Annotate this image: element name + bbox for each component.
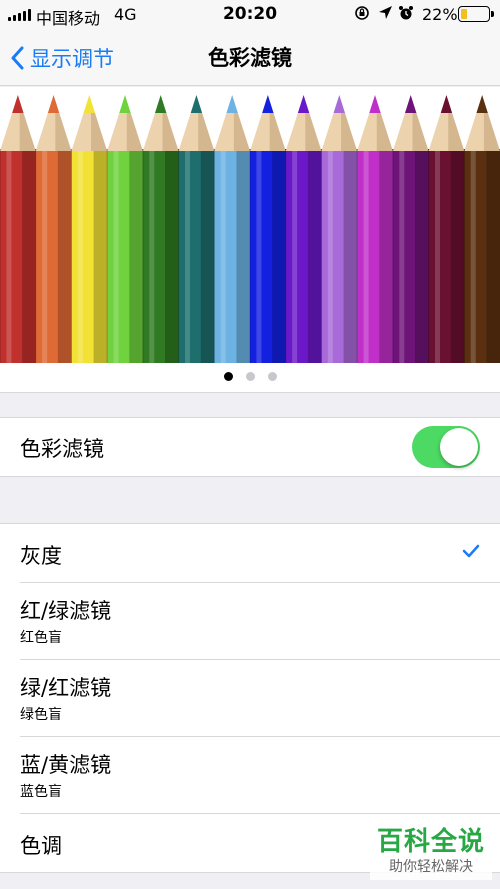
watermark-brand: 百科全说 xyxy=(376,827,485,857)
pencil xyxy=(70,95,108,363)
navigation-bar: 显示调节 色彩滤镜 xyxy=(0,30,500,86)
pencil xyxy=(142,95,180,363)
filter-option-title: 灰度 xyxy=(20,544,62,568)
filter-option-title: 色调 xyxy=(20,834,62,858)
filter-option-grayscale[interactable]: 灰度 xyxy=(0,524,500,583)
filter-options-list: 灰度 红/绿滤镜 红色盲 绿/红滤镜 绿色盲 蓝/黄滤镜 蓝色盲 色调 xyxy=(0,523,500,873)
filter-option-title: 蓝/黄滤镜 xyxy=(20,753,112,777)
pencil xyxy=(463,95,500,363)
battery-tip xyxy=(491,11,494,17)
pencil xyxy=(285,95,322,363)
filter-option-subtitle: 蓝色盲 xyxy=(20,784,62,800)
pencil xyxy=(428,95,465,363)
pencil xyxy=(320,95,358,363)
color-filters-toggle-cell: 色彩滤镜 xyxy=(0,417,500,477)
filter-option-green-red[interactable]: 绿/红滤镜 绿色盲 xyxy=(0,660,500,737)
page-indicator[interactable] xyxy=(0,372,500,381)
alarm-icon xyxy=(398,5,414,25)
watermark-logo: 百科全说 助你轻松解决 xyxy=(370,826,492,880)
status-bar: 中国移动 4G 20:20 22% xyxy=(0,0,500,30)
filter-option-subtitle: 红色盲 xyxy=(20,630,62,646)
pencil xyxy=(392,95,430,363)
page-title: 色彩滤镜 xyxy=(208,46,292,70)
pencil xyxy=(35,95,72,363)
pencil xyxy=(213,95,251,363)
checkmark-icon xyxy=(462,544,480,558)
pencil xyxy=(178,95,215,363)
color-filters-switch[interactable] xyxy=(412,426,480,468)
location-icon xyxy=(378,5,393,24)
pencil xyxy=(0,95,37,363)
page-dot[interactable] xyxy=(245,372,255,381)
orientation-lock-icon xyxy=(354,5,370,25)
pencil xyxy=(106,95,144,363)
pencil xyxy=(356,95,394,363)
filter-option-subtitle: 绿色盲 xyxy=(20,707,62,723)
filter-option-red-green[interactable]: 红/绿滤镜 红色盲 xyxy=(0,583,500,660)
page-dot[interactable] xyxy=(223,372,233,381)
watermark-slogan: 助你轻松解决 xyxy=(389,859,473,875)
pencils-image xyxy=(0,95,500,363)
battery-icon xyxy=(458,6,490,22)
switch-knob xyxy=(440,428,478,466)
color-filters-label: 色彩滤镜 xyxy=(20,437,104,461)
filter-option-blue-yellow[interactable]: 蓝/黄滤镜 蓝色盲 xyxy=(0,737,500,814)
color-filter-preview[interactable] xyxy=(0,87,500,393)
filter-option-title: 红/绿滤镜 xyxy=(20,599,112,623)
battery-percentage: 22% xyxy=(422,5,458,24)
pencil xyxy=(249,95,287,363)
page-dot[interactable] xyxy=(267,372,277,381)
filter-option-title: 绿/红滤镜 xyxy=(20,676,112,700)
